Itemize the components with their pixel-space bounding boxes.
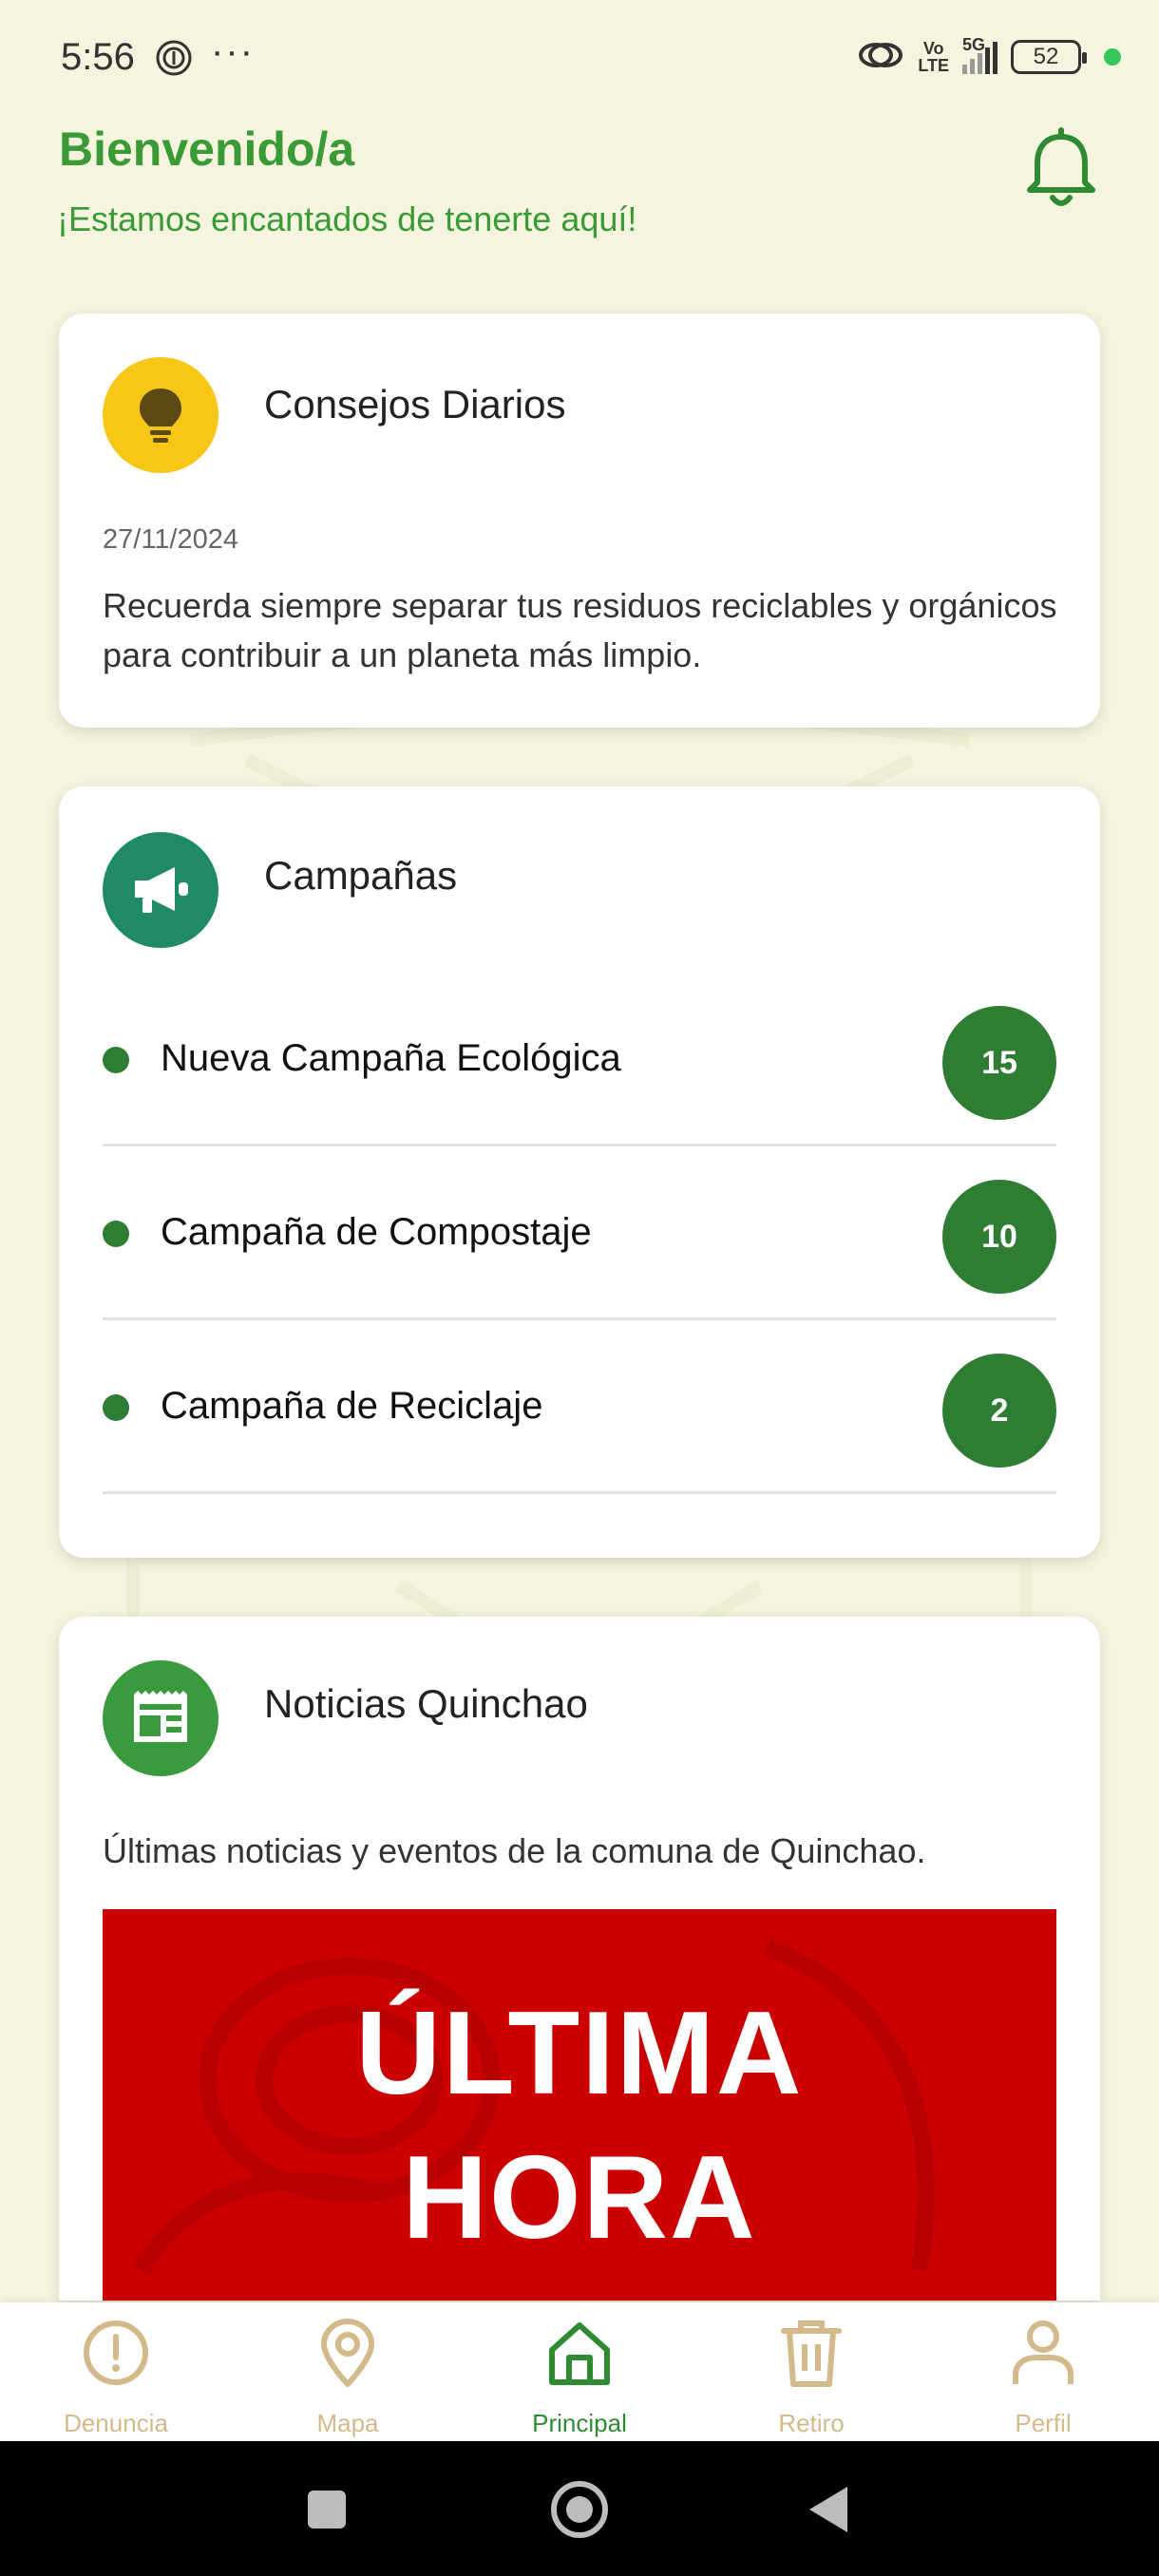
notifications-bell-icon[interactable]	[1022, 127, 1100, 213]
nav-label: Perfil	[1015, 2409, 1072, 2437]
daily-tips-card[interactable]: Consejos Diarios 27/11/2024 Recuerda sie…	[59, 313, 1100, 728]
nav-label: Retiro	[778, 2409, 845, 2437]
lightbulb-icon	[103, 357, 218, 473]
signal-icon: 5G	[962, 36, 998, 74]
tips-text: Recuerda siempre separar tus residuos re…	[103, 586, 1057, 674]
battery-icon: 52	[1011, 40, 1087, 74]
fingerprint-icon	[154, 38, 194, 83]
campaigns-title: Campañas	[264, 853, 458, 898]
tips-title: Consejos Diarios	[264, 382, 566, 426]
trash-icon	[781, 2320, 842, 2387]
campaign-label: Nueva Campaña Ecológica	[161, 1037, 621, 1079]
bottom-navigation: Denuncia Mapa Principal Retiro Perfil	[0, 2302, 1159, 2441]
user-icon	[1013, 2320, 1074, 2384]
campaigns-card: Campañas Nueva Campaña Ecológica 15 Camp…	[59, 786, 1100, 1558]
system-navigation-bar	[0, 2441, 1159, 2576]
bullet-dot	[103, 1394, 129, 1421]
nav-label: Denuncia	[64, 2409, 168, 2437]
news-title: Noticias Quinchao	[264, 1681, 588, 1726]
privacy-dot	[1104, 48, 1121, 66]
status-indicators: Vo LTE 5G 52	[857, 36, 1121, 78]
bullet-dot	[103, 1221, 129, 1247]
banner-text: ÚLTIMA HORA	[355, 1988, 804, 2263]
campaign-item[interactable]: Nueva Campaña Ecológica 15	[103, 973, 1056, 1146]
map-pin-icon	[321, 2319, 374, 2387]
nav-perfil[interactable]: Perfil	[927, 2302, 1159, 2441]
nav-label: Principal	[532, 2409, 627, 2437]
status-more-dots: ···	[211, 30, 255, 72]
news-description: Últimas noticias y eventos de la comuna …	[103, 1831, 926, 1870]
link-icon	[857, 39, 904, 76]
campaign-count-badge: 10	[942, 1180, 1056, 1294]
recent-apps-button[interactable]	[308, 2491, 346, 2529]
campaign-label: Campaña de Reciclaje	[161, 1385, 543, 1427]
news-card: Noticias Quinchao Últimas noticias y eve…	[59, 1617, 1100, 2301]
nav-mapa[interactable]: Mapa	[232, 2302, 464, 2441]
breaking-news-banner[interactable]: ÚLTIMA HORA	[103, 1909, 1056, 2301]
campaign-count-badge: 15	[942, 1006, 1056, 1120]
newspaper-icon	[103, 1660, 218, 1776]
page-title: Bienvenido/a	[59, 123, 355, 176]
campaign-count-badge: 2	[942, 1354, 1056, 1468]
status-time: 5:56	[61, 36, 135, 78]
nav-denuncia[interactable]: Denuncia	[0, 2302, 232, 2441]
status-bar: 5:56 ··· Vo LTE 5G 52	[0, 0, 1159, 114]
tips-date: 27/11/2024	[103, 524, 238, 555]
volte-indicator: Vo LTE	[918, 39, 949, 75]
campaign-label: Campaña de Compostaje	[161, 1211, 592, 1253]
back-button[interactable]	[809, 2487, 847, 2532]
campaign-item[interactable]: Campaña de Compostaje 10	[103, 1146, 1056, 1320]
home-icon	[549, 2322, 610, 2385]
alert-circle-icon	[84, 2320, 148, 2385]
bullet-dot	[103, 1047, 129, 1073]
nav-principal[interactable]: Principal	[464, 2302, 695, 2441]
campaign-item[interactable]: Campaña de Reciclaje 2	[103, 1320, 1056, 1494]
home-button[interactable]	[551, 2481, 608, 2538]
page-subtitle: ¡Estamos encantados de tenerte aquí!	[57, 199, 637, 238]
nav-label: Mapa	[316, 2409, 379, 2437]
nav-retiro[interactable]: Retiro	[695, 2302, 927, 2441]
megaphone-icon	[103, 832, 218, 948]
